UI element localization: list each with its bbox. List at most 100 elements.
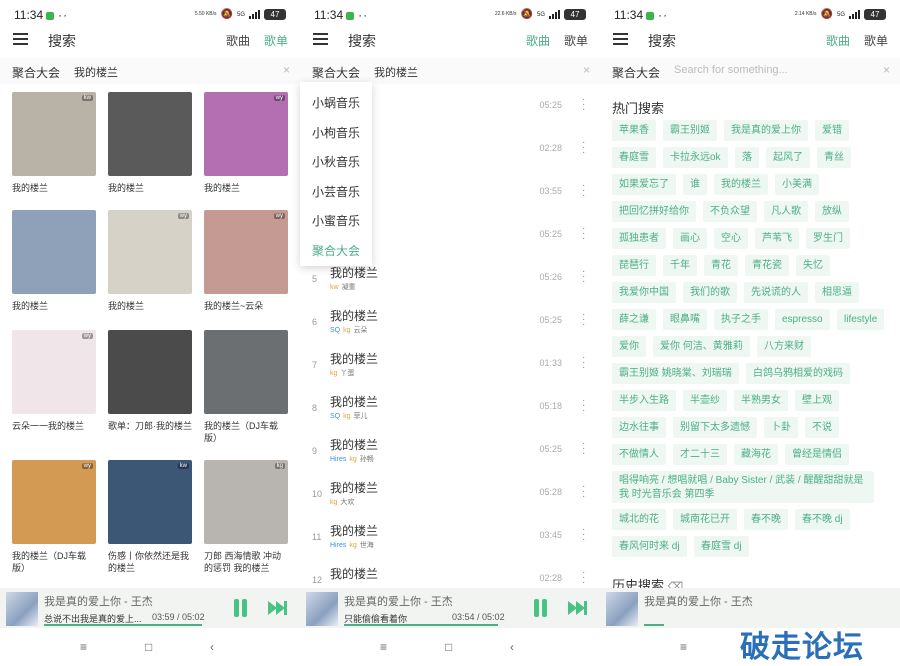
hot-search-chip[interactable]: 我们的歌 <box>683 282 737 303</box>
hot-search-chip[interactable]: lifestyle <box>837 309 884 330</box>
song-row[interactable]: 10 我的楼兰 kg 大欢 05:28 · · · <box>300 473 600 516</box>
hot-search-chip[interactable]: 青花 <box>704 255 738 276</box>
playlist-cover[interactable] <box>204 330 288 414</box>
clear-icon[interactable]: × <box>283 63 290 77</box>
mini-player[interactable]: 我是真的爱上你 - 王杰 总说不出我是真的爱上... 03:59 / 05:02 <box>0 588 300 628</box>
more-icon[interactable]: · · · <box>582 95 585 115</box>
source-selector[interactable]: 聚合大会 <box>612 64 660 81</box>
hot-search-chip[interactable]: 才二十三 <box>673 444 727 465</box>
hot-search-chip[interactable]: 放纵 <box>815 201 849 222</box>
hot-search-chip[interactable]: 把回忆拼好给你 <box>612 201 696 222</box>
more-icon[interactable]: · · · <box>582 224 585 244</box>
hot-search-chip[interactable]: 卜卦 <box>764 417 798 438</box>
next-icon[interactable] <box>266 598 288 618</box>
hot-search-chip[interactable]: 我的楼兰 <box>714 174 768 195</box>
clear-icon[interactable]: × <box>583 63 590 77</box>
hot-search-chip[interactable]: 小美满 <box>775 174 819 195</box>
hot-search-chip[interactable]: 眼鼻嘴 <box>663 309 707 330</box>
tab-songs[interactable]: 歌曲 <box>226 32 250 49</box>
source-option[interactable]: 聚合大会 <box>312 242 360 259</box>
mini-player[interactable]: 我是真的爱上你 - 王杰 只能偷偷看着你 03:54 / 05:02 <box>300 588 600 628</box>
more-icon[interactable]: · · · <box>582 353 585 373</box>
hot-search-chip[interactable]: 壁上观 <box>795 390 839 411</box>
song-row[interactable]: 11 我的楼兰 Hires kg 世海 03:45 · · · <box>300 516 600 559</box>
hot-search-chip[interactable]: 落 <box>735 147 759 168</box>
hot-search-chip[interactable]: 霸王别姬 <box>663 120 717 141</box>
playlist-card[interactable]: wy 我的楼兰~云朵 <box>204 210 288 312</box>
hot-search-chip[interactable]: 半步入生路 <box>612 390 676 411</box>
hot-search-chip[interactable]: espresso <box>775 309 830 330</box>
hot-search-chip[interactable]: 春庭雪 dj <box>694 536 749 557</box>
hot-search-chip[interactable]: 春庭雪 <box>612 147 656 168</box>
nav-menu-icon[interactable]: ≡ <box>380 640 387 654</box>
hot-search-chip[interactable]: 画心 <box>673 228 707 249</box>
playlist-card[interactable]: wy 我的楼兰（DJ车载版） <box>12 460 96 574</box>
source-option[interactable]: 小蜜音乐 <box>312 212 360 229</box>
hot-search-chip[interactable]: 不负众望 <box>703 201 757 222</box>
next-icon[interactable] <box>566 598 588 618</box>
tab-playlists[interactable]: 歌单 <box>864 32 888 49</box>
search-input[interactable]: 我的楼兰 <box>74 64 118 80</box>
hot-search-chip[interactable]: 相思逼 <box>815 282 859 303</box>
hot-search-chip[interactable]: 罗生门 <box>806 228 850 249</box>
song-row[interactable]: 9 我的楼兰 Hires kg 孙畅 05:25 · · · <box>300 430 600 473</box>
hot-search-chip[interactable]: 琵琶行 <box>612 255 656 276</box>
nav-back-icon[interactable]: ‹ <box>210 640 214 654</box>
menu-icon[interactable] <box>313 33 328 45</box>
playlist-cover[interactable] <box>12 210 96 294</box>
hot-search-chip[interactable]: 空心 <box>714 228 748 249</box>
source-option[interactable]: 小秋音乐 <box>312 153 360 170</box>
song-row[interactable]: 8 我的楼兰 SQ kg 菲儿 05:18 · · · <box>300 387 600 430</box>
hot-search-chip[interactable]: 藏海花 <box>734 444 778 465</box>
hot-search-chip[interactable]: 城南花已开 <box>673 509 737 530</box>
hot-search-chip[interactable]: 爱错 <box>815 120 849 141</box>
clear-icon[interactable]: × <box>883 63 890 77</box>
song-row[interactable]: 7 我的楼兰 kg 丫蛋 01:33 · · · <box>300 344 600 387</box>
more-icon[interactable]: · · · <box>582 396 585 416</box>
hot-search-chip[interactable]: 先说谎的人 <box>744 282 808 303</box>
hot-search-chip[interactable]: 青丝 <box>817 147 851 168</box>
hot-search-chip[interactable]: 春风何时来 dj <box>612 536 687 557</box>
hot-search-chip[interactable]: 青花瓷 <box>745 255 789 276</box>
hot-search-chip[interactable]: 不做情人 <box>612 444 666 465</box>
more-icon[interactable]: · · · <box>582 568 585 588</box>
hot-search-chip[interactable]: 曾经是情侣 <box>785 444 849 465</box>
tab-playlists[interactable]: 歌单 <box>264 32 288 49</box>
source-selector[interactable]: 聚合大会 <box>312 64 360 81</box>
playlist-cover[interactable]: kw <box>12 92 96 176</box>
playlist-cover[interactable]: kg <box>204 460 288 544</box>
song-row[interactable]: 6 我的楼兰 SQ kg 云朵 05:25 · · · <box>300 301 600 344</box>
playlist-card[interactable]: 我的楼兰 <box>108 92 192 194</box>
playlist-card[interactable]: 我的楼兰（DJ车载版） <box>204 330 288 444</box>
playlist-cover[interactable] <box>108 330 192 414</box>
hot-search-chip[interactable]: 霸王别姬 姚晓棠、刘瑞瑞 <box>612 363 739 384</box>
album-art[interactable] <box>6 592 38 626</box>
more-icon[interactable]: · · · <box>582 482 585 502</box>
source-option[interactable]: 小蜗音乐 <box>312 94 360 111</box>
nav-home-icon[interactable]: □ <box>145 640 152 654</box>
hot-search-chip[interactable]: 半壶纱 <box>683 390 727 411</box>
hot-search-chip[interactable]: 孤独患者 <box>612 228 666 249</box>
nav-home-icon[interactable]: □ <box>445 640 452 654</box>
playlist-card[interactable]: 歌单：刀郎·我的楼兰 <box>108 330 192 432</box>
hot-search-chip[interactable]: 起风了 <box>766 147 810 168</box>
playlist-cover[interactable] <box>108 92 192 176</box>
hot-search-chip[interactable]: 苹果香 <box>612 120 656 141</box>
more-icon[interactable]: · · · <box>582 267 585 287</box>
playlist-cover[interactable]: wy <box>12 330 96 414</box>
hot-search-chip[interactable]: 八方来财 <box>757 336 811 357</box>
more-icon[interactable]: · · · <box>582 138 585 158</box>
album-art[interactable] <box>306 592 338 626</box>
playlist-card[interactable]: kg 刀郎 西海情歌 冲动的惩罚 我的楼兰 <box>204 460 288 574</box>
menu-icon[interactable] <box>13 33 28 45</box>
hot-search-chip[interactable]: 城北的花 <box>612 509 666 530</box>
playlist-card[interactable]: wy 我的楼兰 <box>108 210 192 312</box>
hot-search-chip[interactable]: 失忆 <box>796 255 830 276</box>
nav-menu-icon[interactable]: ≡ <box>80 640 87 654</box>
menu-icon[interactable] <box>613 33 628 45</box>
hot-search-chip[interactable]: 爱你 何洁、黄雅莉 <box>653 336 750 357</box>
hot-search-chip[interactable]: 春不晚 dj <box>795 509 850 530</box>
playlist-card[interactable]: kw 伤感丨你依然还是我的楼兰 <box>108 460 192 574</box>
hot-search-chip[interactable]: 执子之手 <box>714 309 768 330</box>
hot-search-chip[interactable]: 如果爱忘了 <box>612 174 676 195</box>
